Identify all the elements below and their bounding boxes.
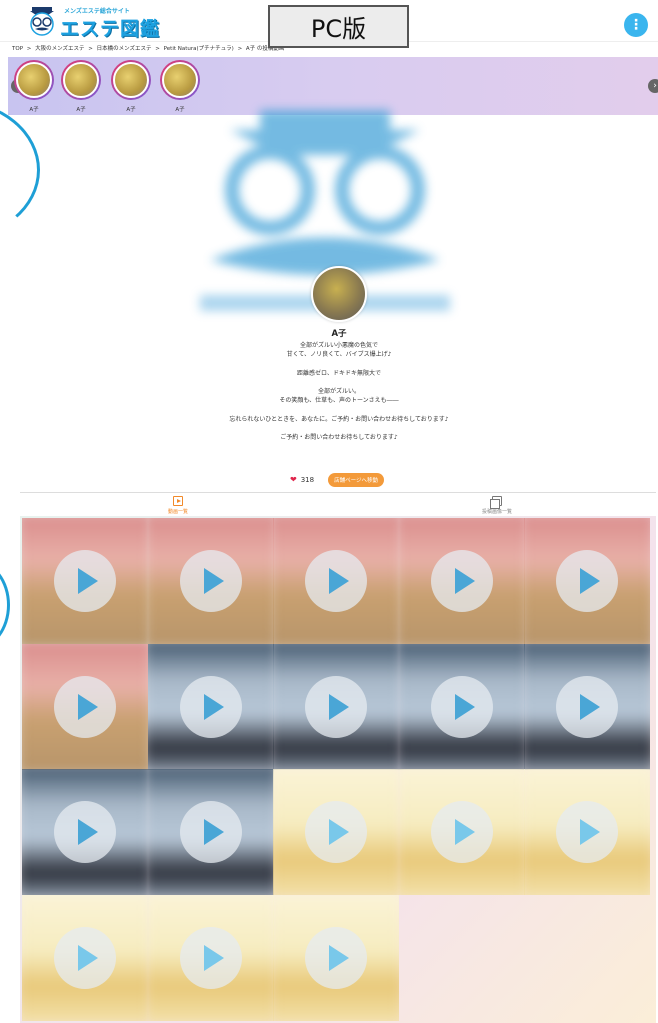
breadcrumb-separator: > <box>88 46 93 52</box>
shop-page-button[interactable]: 店舗ページへ移動 <box>328 473 384 487</box>
bio-line: 忘れられないひとときを、あなたに。ご予約・お問い合わせお待ちしております♪ <box>229 415 449 423</box>
story-avatar-ring <box>61 60 101 100</box>
play-icon <box>305 550 367 612</box>
bio-line: 全部がズルい小悪魔の色気で <box>299 342 378 349</box>
photo-icon <box>490 496 502 509</box>
like-count: 318 <box>300 476 315 484</box>
play-icon <box>305 926 367 989</box>
story-item[interactable]: A子 <box>111 60 151 113</box>
story-name: A子 <box>76 107 86 113</box>
story-avatar <box>162 62 198 98</box>
story-avatar-ring <box>160 60 200 100</box>
profile-avatar <box>311 266 367 322</box>
breadcrumb-item-nipponbashi[interactable]: 日本橋のメンズエステ <box>97 46 152 52</box>
play-icon <box>179 801 242 863</box>
play-icon <box>54 550 116 612</box>
video-tile[interactable] <box>398 518 525 644</box>
video-tile[interactable] <box>22 894 148 1021</box>
video-tile[interactable] <box>147 518 274 644</box>
play-icon <box>54 801 116 863</box>
play-icon <box>305 675 367 738</box>
video-tile[interactable] <box>524 643 650 770</box>
breadcrumb-separator: > <box>155 46 160 52</box>
profile-name: A子 <box>331 329 347 339</box>
story-name: A子 <box>29 107 39 113</box>
story-next-button[interactable]: › <box>648 79 658 93</box>
video-tile[interactable] <box>147 643 274 770</box>
video-icon <box>173 496 183 506</box>
play-icon <box>305 801 367 863</box>
bio-line: その笑顔も、仕草も、声のトーンさえも―― <box>279 397 399 405</box>
story-item[interactable]: A子 <box>160 60 200 113</box>
story-item[interactable]: A子 <box>14 60 54 113</box>
profile-bio: 全部がズルい小悪魔の色気で 甘くて、ノリ良くて、バイブス爆上げ♪ 距離感ゼロ、ド… <box>0 341 658 442</box>
tab-videos[interactable]: 動画一覧 <box>138 496 218 515</box>
story-bar: ‹ A子 A子 A子 A子 › <box>8 57 658 115</box>
video-tile[interactable] <box>22 518 148 644</box>
story-avatar-ring <box>111 60 151 100</box>
play-icon <box>179 675 242 738</box>
play-icon <box>430 801 493 863</box>
video-tile[interactable] <box>398 643 525 770</box>
story-avatar <box>113 62 149 98</box>
chevron-right-icon: › <box>653 81 657 91</box>
play-icon <box>54 926 116 989</box>
play-icon <box>430 675 493 738</box>
video-tile[interactable] <box>147 769 274 895</box>
video-tile[interactable] <box>273 643 399 770</box>
play-icon <box>430 550 493 612</box>
breadcrumb: TOP > 大阪のメンズエステ > 日本橋のメンズエステ > Petit Nat… <box>12 44 286 52</box>
bio-line <box>0 378 658 387</box>
play-icon <box>556 675 618 738</box>
play-icon <box>179 926 242 989</box>
tab-label: 動画一覧 <box>167 509 188 515</box>
content-tabs: 動画一覧 投稿画像一覧 <box>20 492 656 516</box>
breadcrumb-item-shop[interactable]: Petit Natura(プチナチュラ) <box>164 46 234 52</box>
video-tile[interactable] <box>273 769 399 895</box>
story-item[interactable]: A子 <box>61 60 101 113</box>
tab-label: 投稿画像一覧 <box>481 509 512 515</box>
breadcrumb-separator: > <box>237 46 243 52</box>
like-row: ❤ 318 店舗ページへ移動 <box>290 473 384 487</box>
video-grid <box>20 516 656 1023</box>
play-icon <box>556 801 618 863</box>
breadcrumb-item-osaka[interactable]: 大阪のメンズエステ <box>35 46 84 52</box>
decorative-arc <box>0 560 10 650</box>
story-avatar <box>63 62 99 98</box>
heart-icon[interactable]: ❤ <box>290 476 297 484</box>
menu-button[interactable]: ⋮ <box>624 13 648 37</box>
bio-line <box>0 359 658 368</box>
bio-line: 距離感ゼロ、ドキドキ無限大で <box>296 369 381 377</box>
bio-line: ご予約・お問い合わせお待ちしております♪ <box>280 433 398 441</box>
logo-text: エステ図鑑 <box>60 18 161 40</box>
more-vertical-icon: ⋮ <box>629 17 643 33</box>
bio-line <box>0 424 658 433</box>
pc-version-button[interactable]: PC版 <box>268 5 409 48</box>
play-icon <box>179 550 242 612</box>
site-header: メンズエステ総合サイト エステ図鑑 PC版 ⋮ <box>0 0 658 48</box>
video-tile[interactable] <box>524 518 650 644</box>
bio-line: 全部がズルい。 <box>317 387 360 395</box>
page: メンズエステ総合サイト エステ図鑑 PC版 ⋮ TOP > 大阪のメンズエステ … <box>0 0 658 1023</box>
video-tile[interactable] <box>22 643 148 770</box>
breadcrumb-separator: > <box>26 46 32 52</box>
decorative-arc <box>0 100 40 240</box>
play-icon <box>556 550 618 612</box>
mascot-icon <box>30 7 54 36</box>
video-tile[interactable] <box>273 894 399 1021</box>
video-tile[interactable] <box>273 518 399 644</box>
bio-line <box>0 405 658 414</box>
story-avatar <box>16 62 52 98</box>
video-tile[interactable] <box>398 769 525 895</box>
video-tile[interactable] <box>147 894 274 1021</box>
site-logo[interactable]: メンズエステ総合サイト エステ図鑑 <box>26 4 166 40</box>
tab-photos[interactable]: 投稿画像一覧 <box>457 496 537 515</box>
bio-line: 甘くて、ノリ良くて、バイブス爆上げ♪ <box>286 351 392 359</box>
story-avatar-ring <box>14 60 54 100</box>
video-tile[interactable] <box>22 769 148 895</box>
play-icon <box>54 675 116 738</box>
video-tile[interactable] <box>524 769 650 895</box>
breadcrumb-item-top[interactable]: TOP <box>12 46 23 52</box>
